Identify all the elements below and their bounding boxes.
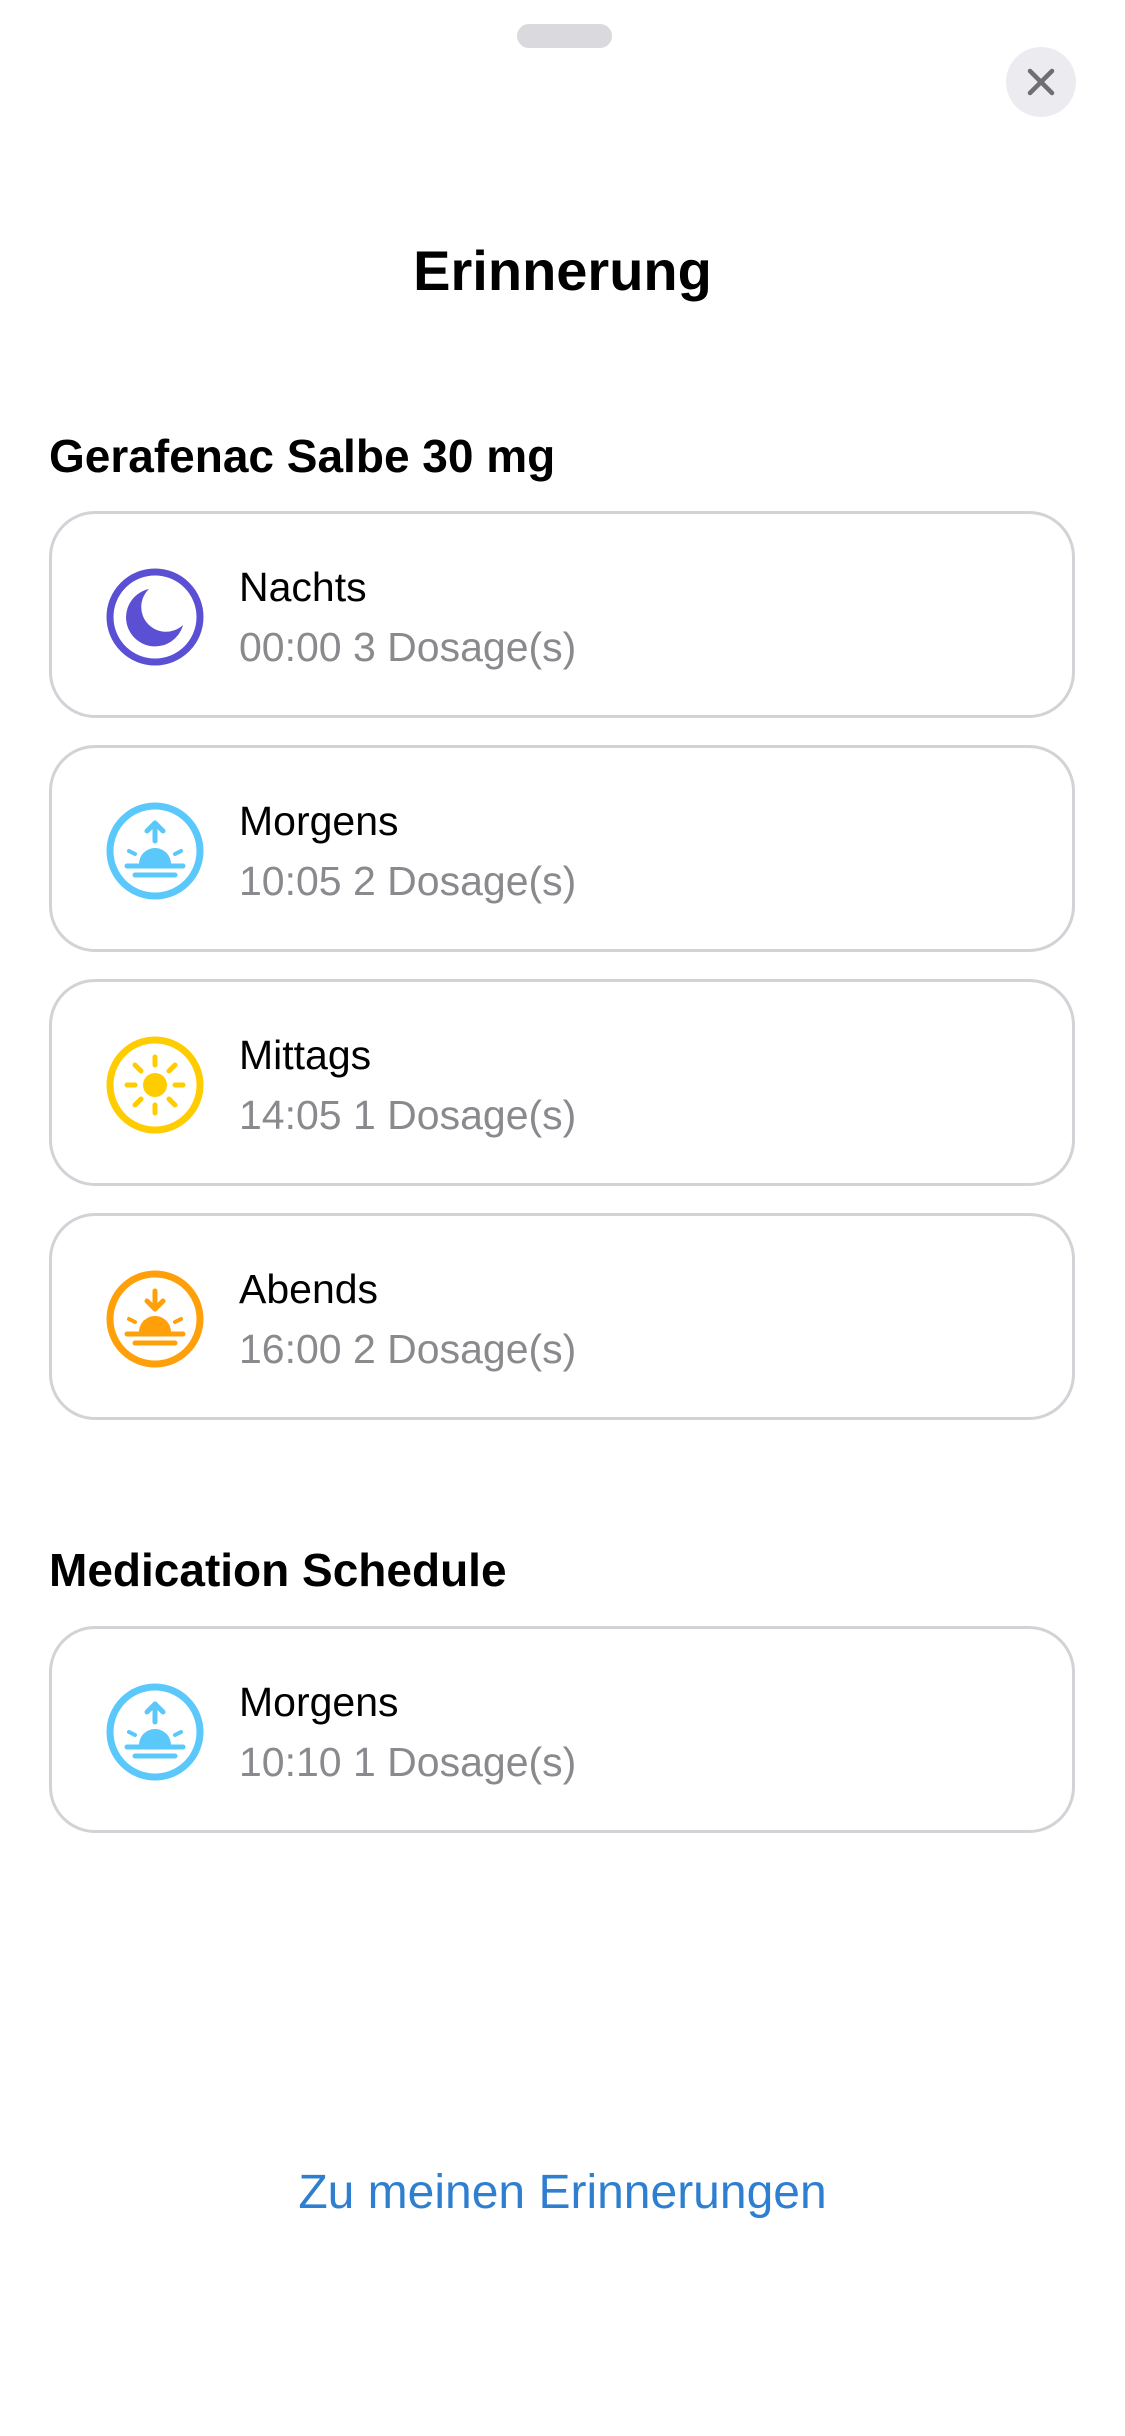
reminder-card-abends[interactable]: Abends 16:00 2 Dosage(s) (49, 1213, 1075, 1420)
close-icon (1027, 68, 1055, 96)
reminder-detail: 16:00 2 Dosage(s) (239, 1326, 577, 1372)
sunrise-icon (106, 802, 204, 900)
sunset-icon (106, 1270, 204, 1368)
reminder-card-mittags[interactable]: Mittags 14:05 1 Dosage(s) (49, 979, 1075, 1186)
reminder-detail: 10:10 1 Dosage(s) (239, 1739, 577, 1785)
sunrise-icon (106, 1683, 204, 1781)
reminder-detail: 14:05 1 Dosage(s) (239, 1092, 577, 1138)
reminder-label: Abends (239, 1266, 379, 1312)
moon-icon (106, 568, 204, 666)
page-title: Erinnerung (413, 239, 712, 302)
reminder-card-nachts[interactable]: Nachts 00:00 3 Dosage(s) (49, 511, 1075, 718)
reminder-card-morgens[interactable]: Morgens 10:05 2 Dosage(s) (49, 745, 1075, 952)
reminder-card-morgens-schedule[interactable]: Morgens 10:10 1 Dosage(s) (49, 1626, 1075, 1833)
section-title-schedule: Medication Schedule (49, 1544, 507, 1596)
reminder-detail: 10:05 2 Dosage(s) (239, 858, 577, 904)
section-title-medication: Gerafenac Salbe 30 mg (49, 430, 556, 482)
reminder-label: Morgens (239, 798, 399, 844)
reminder-label: Morgens (239, 1679, 399, 1725)
sheet-grabber[interactable] (517, 24, 612, 48)
sun-icon (106, 1036, 204, 1134)
close-button[interactable] (1006, 47, 1076, 117)
reminder-label: Nachts (239, 564, 367, 610)
my-reminders-link[interactable]: Zu meinen Erinnerungen (0, 2163, 1125, 2223)
reminder-label: Mittags (239, 1032, 372, 1078)
reminder-detail: 00:00 3 Dosage(s) (239, 624, 577, 670)
